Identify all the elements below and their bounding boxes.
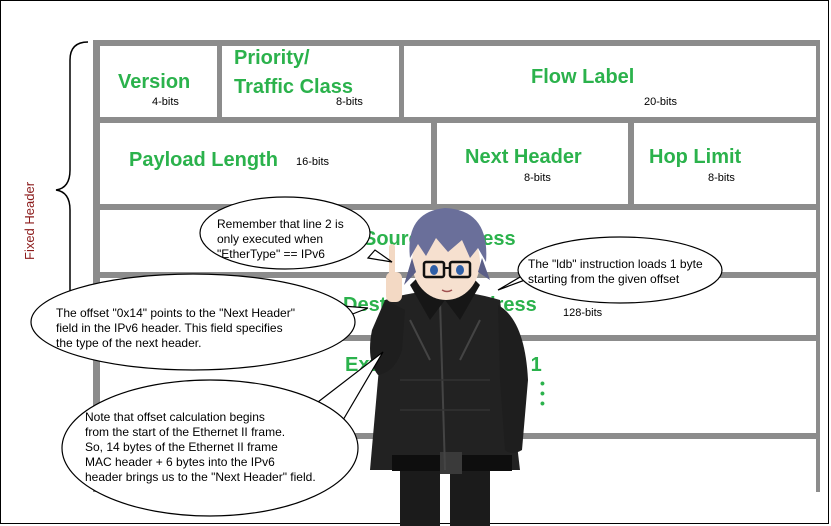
callout-calc-line: Note that offset calculation begins xyxy=(85,410,265,424)
callout-calc-line: header brings us to the "Next Header" fi… xyxy=(85,470,316,484)
callout-offset-line: field in the IPv6 header. This field spe… xyxy=(56,321,283,335)
callout-line2-text: Remember that line 2 is only executed wh… xyxy=(217,217,344,262)
callout-calc-line: So, 14 bytes of the Ethernet II frame xyxy=(85,440,278,454)
callout-line2-line: only executed when xyxy=(217,232,324,246)
callout-calc-text: Note that offset calculation begins from… xyxy=(85,410,316,485)
callout-offset-line: the type of the next header. xyxy=(56,336,202,350)
callout-calc-line: from the start of the Ethernet II frame. xyxy=(85,425,286,439)
callout-ldb-line: The "ldb" instruction loads 1 byte xyxy=(528,257,703,271)
callout-offset-text: The offset "0x14" points to the "Next He… xyxy=(56,306,295,351)
callout-calc-line: MAC header + 6 bytes into the IPv6 xyxy=(85,455,275,469)
callout-line2-line: Remember that line 2 is xyxy=(217,217,344,231)
callout-line2-line: "EtherType" == IPv6 xyxy=(217,247,325,261)
callout-ldb-text: The "ldb" instruction loads 1 byte start… xyxy=(528,257,703,287)
callout-ldb-line: starting from the given offset xyxy=(528,272,680,286)
callout-offset-line: The offset "0x14" points to the "Next He… xyxy=(56,306,295,320)
